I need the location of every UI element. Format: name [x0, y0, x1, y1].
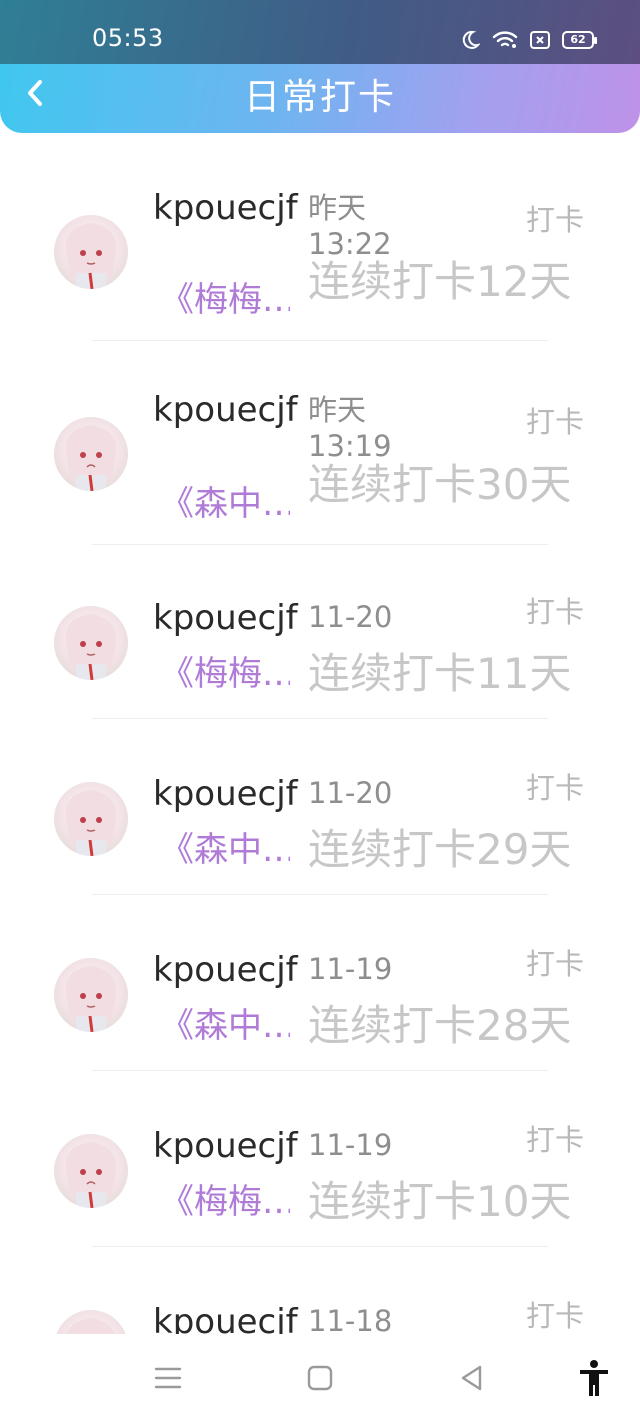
checkin-time: 11-19: [308, 1128, 393, 1162]
list-item[interactable]: kpouecjf 11-19 打卡 《梅梅… 连续打卡10天: [0, 1072, 640, 1247]
streak-text: 连续打卡28天: [308, 1001, 572, 1050]
back-triangle-icon: [458, 1364, 486, 1396]
divider: [92, 340, 548, 341]
avatar[interactable]: [54, 958, 128, 1032]
avatar[interactable]: [54, 1310, 128, 1334]
status-time: 05:53: [92, 24, 164, 52]
recent-apps-button[interactable]: [150, 1362, 186, 1398]
avatar[interactable]: [54, 606, 128, 680]
action-label: 打卡: [525, 203, 584, 237]
avatar[interactable]: [54, 782, 128, 856]
book-title[interactable]: 《森中…: [160, 484, 290, 524]
book-title[interactable]: 《梅梅…: [160, 1182, 290, 1222]
checkin-time: 11-20: [308, 776, 393, 810]
streak-text: 连续打卡12天: [308, 257, 572, 306]
list-item[interactable]: kpouecjf 昨天 13:19 打卡 《森中… 连续打卡30天: [0, 352, 640, 545]
accessibility-icon: [577, 1359, 611, 1401]
divider: [92, 1246, 548, 1247]
list-item[interactable]: kpouecjf 11-20 打卡 《梅梅… 连续打卡11天: [0, 544, 640, 719]
checkin-time: 昨天: [308, 393, 367, 427]
avatar[interactable]: [54, 1134, 128, 1208]
back-nav-button[interactable]: [454, 1362, 490, 1398]
action-label: 打卡: [525, 595, 584, 629]
action-label: 打卡: [525, 947, 584, 981]
avatar[interactable]: [54, 215, 128, 289]
menu-icon: [154, 1365, 182, 1395]
list-item[interactable]: kpouecjf 昨天 13:22 打卡 《梅梅… 连续打卡12天: [0, 150, 640, 341]
moon-icon: [460, 30, 480, 50]
status-bar: 05:53 62: [0, 0, 640, 64]
divider: [92, 894, 548, 895]
accessibility-button[interactable]: [576, 1359, 612, 1401]
list-item[interactable]: kpouecjf 11-20 打卡 《森中… 连续打卡29天: [0, 720, 640, 895]
checkin-time: 11-18: [308, 1304, 393, 1334]
streak-text: 连续打卡30天: [308, 460, 572, 509]
streak-text: 连续打卡29天: [308, 825, 572, 874]
username[interactable]: kpouecjf: [153, 1126, 298, 1166]
username[interactable]: kpouecjf: [153, 390, 298, 430]
username[interactable]: kpouecjf: [153, 188, 298, 228]
action-label: 打卡: [525, 771, 584, 805]
username[interactable]: kpouecjf: [153, 774, 298, 814]
list-item[interactable]: kpouecjf 11-19 打卡 《森中… 连续打卡28天: [0, 896, 640, 1071]
book-title[interactable]: 《梅梅…: [160, 654, 290, 694]
username[interactable]: kpouecjf: [153, 950, 298, 990]
divider: [92, 1070, 548, 1071]
home-square-icon: [306, 1364, 334, 1396]
action-label: 打卡: [525, 405, 584, 439]
avatar[interactable]: [54, 417, 128, 491]
divider: [92, 718, 548, 719]
list-item[interactable]: kpouecjf 11-18 打卡: [0, 1248, 640, 1334]
checkin-time: 11-20: [308, 600, 393, 634]
status-icons: 62: [460, 26, 597, 54]
app-header: 05:53 62 日常打卡: [0, 0, 640, 133]
home-button[interactable]: [302, 1362, 338, 1398]
checkin-time: 11-19: [308, 952, 393, 986]
sim-icon: [530, 31, 550, 49]
book-title[interactable]: 《森中…: [160, 830, 290, 870]
username[interactable]: kpouecjf: [153, 598, 298, 638]
action-label: 打卡: [525, 1299, 584, 1333]
username[interactable]: kpouecjf: [153, 1302, 298, 1334]
book-title[interactable]: 《梅梅…: [160, 280, 290, 320]
checkin-time: 昨天: [308, 191, 367, 225]
battery-indicator: 62: [562, 31, 597, 49]
system-nav-bar: [0, 1334, 640, 1422]
page-title: 日常打卡: [243, 77, 396, 118]
streak-text: 连续打卡11天: [308, 649, 572, 698]
wifi-icon: [492, 30, 518, 50]
book-title[interactable]: 《森中…: [160, 1006, 290, 1046]
checkin-time-detail: 13:19: [308, 429, 392, 463]
checkin-list[interactable]: kpouecjf 昨天 13:22 打卡 《梅梅… 连续打卡12天 kpouec…: [0, 150, 640, 1334]
action-label: 打卡: [525, 1123, 584, 1157]
streak-text: 连续打卡10天: [308, 1177, 572, 1226]
